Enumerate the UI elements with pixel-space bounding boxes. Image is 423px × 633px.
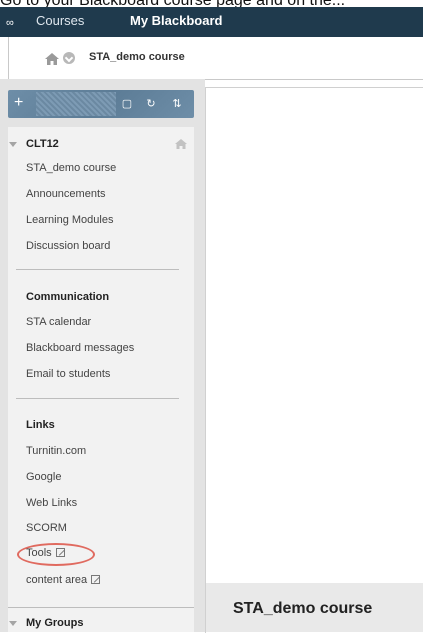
- links-header[interactable]: Links: [26, 419, 55, 431]
- breadcrumb: STA_demo course: [8, 37, 423, 80]
- folder-view-icon[interactable]: ▢: [118, 95, 136, 113]
- chevron-down-icon[interactable]: [63, 52, 75, 64]
- home-icon[interactable]: [45, 53, 59, 65]
- menu-divider: [16, 398, 179, 399]
- tab-my-blackboard[interactable]: My Blackboard: [130, 10, 222, 32]
- menu-item-turnitin[interactable]: Turnitin.com: [26, 445, 86, 457]
- menu-item-announcements[interactable]: Announcements: [26, 188, 106, 200]
- menu-item-blackboard-messages[interactable]: Blackboard messages: [26, 342, 134, 354]
- tab-courses[interactable]: Courses: [36, 10, 84, 32]
- course-menu-toolbar: + ▢ ↻ ⇅: [8, 90, 194, 118]
- menu-item-email-to-students[interactable]: Email to students: [26, 368, 110, 380]
- link-icon[interactable]: ∞: [6, 17, 16, 29]
- reorder-icon[interactable]: ⇅: [168, 95, 186, 113]
- menu-item-learning-modules[interactable]: Learning Modules: [26, 214, 113, 226]
- course-home-icon[interactable]: [175, 139, 187, 149]
- external-link-icon: [91, 575, 101, 584]
- main-content-area: [205, 87, 423, 633]
- highlight-circle: [17, 543, 95, 566]
- toolbar-pattern: [36, 92, 116, 116]
- menu-divider: [16, 269, 179, 270]
- collapse-triangle-icon[interactable]: [9, 142, 17, 147]
- menu-item-discussion-board[interactable]: Discussion board: [26, 240, 110, 252]
- page-title: STA_demo course: [233, 600, 373, 617]
- menu-item-google[interactable]: Google: [26, 471, 61, 483]
- communication-header[interactable]: Communication: [26, 291, 109, 303]
- menu-item-sta-demo-course[interactable]: STA_demo course: [26, 162, 116, 174]
- refresh-icon[interactable]: ↻: [142, 95, 160, 113]
- menu-item-web-links[interactable]: Web Links: [26, 497, 77, 509]
- menu-item-content-area-label: content area: [26, 574, 88, 586]
- my-groups-header[interactable]: My Groups: [26, 617, 83, 629]
- collapse-triangle-icon[interactable]: [9, 621, 17, 626]
- course-menu-header: CLT12: [26, 138, 59, 150]
- menu-divider: [8, 607, 194, 608]
- menu-item-content-area[interactable]: content area: [26, 574, 101, 586]
- add-menu-item-icon[interactable]: +: [14, 94, 28, 112]
- breadcrumb-course[interactable]: STA_demo course: [89, 51, 185, 63]
- top-navigation-bar: ∞ Courses My Blackboard: [0, 7, 423, 37]
- menu-item-scorm[interactable]: SCORM: [26, 522, 67, 534]
- menu-item-sta-calendar[interactable]: STA calendar: [26, 316, 91, 328]
